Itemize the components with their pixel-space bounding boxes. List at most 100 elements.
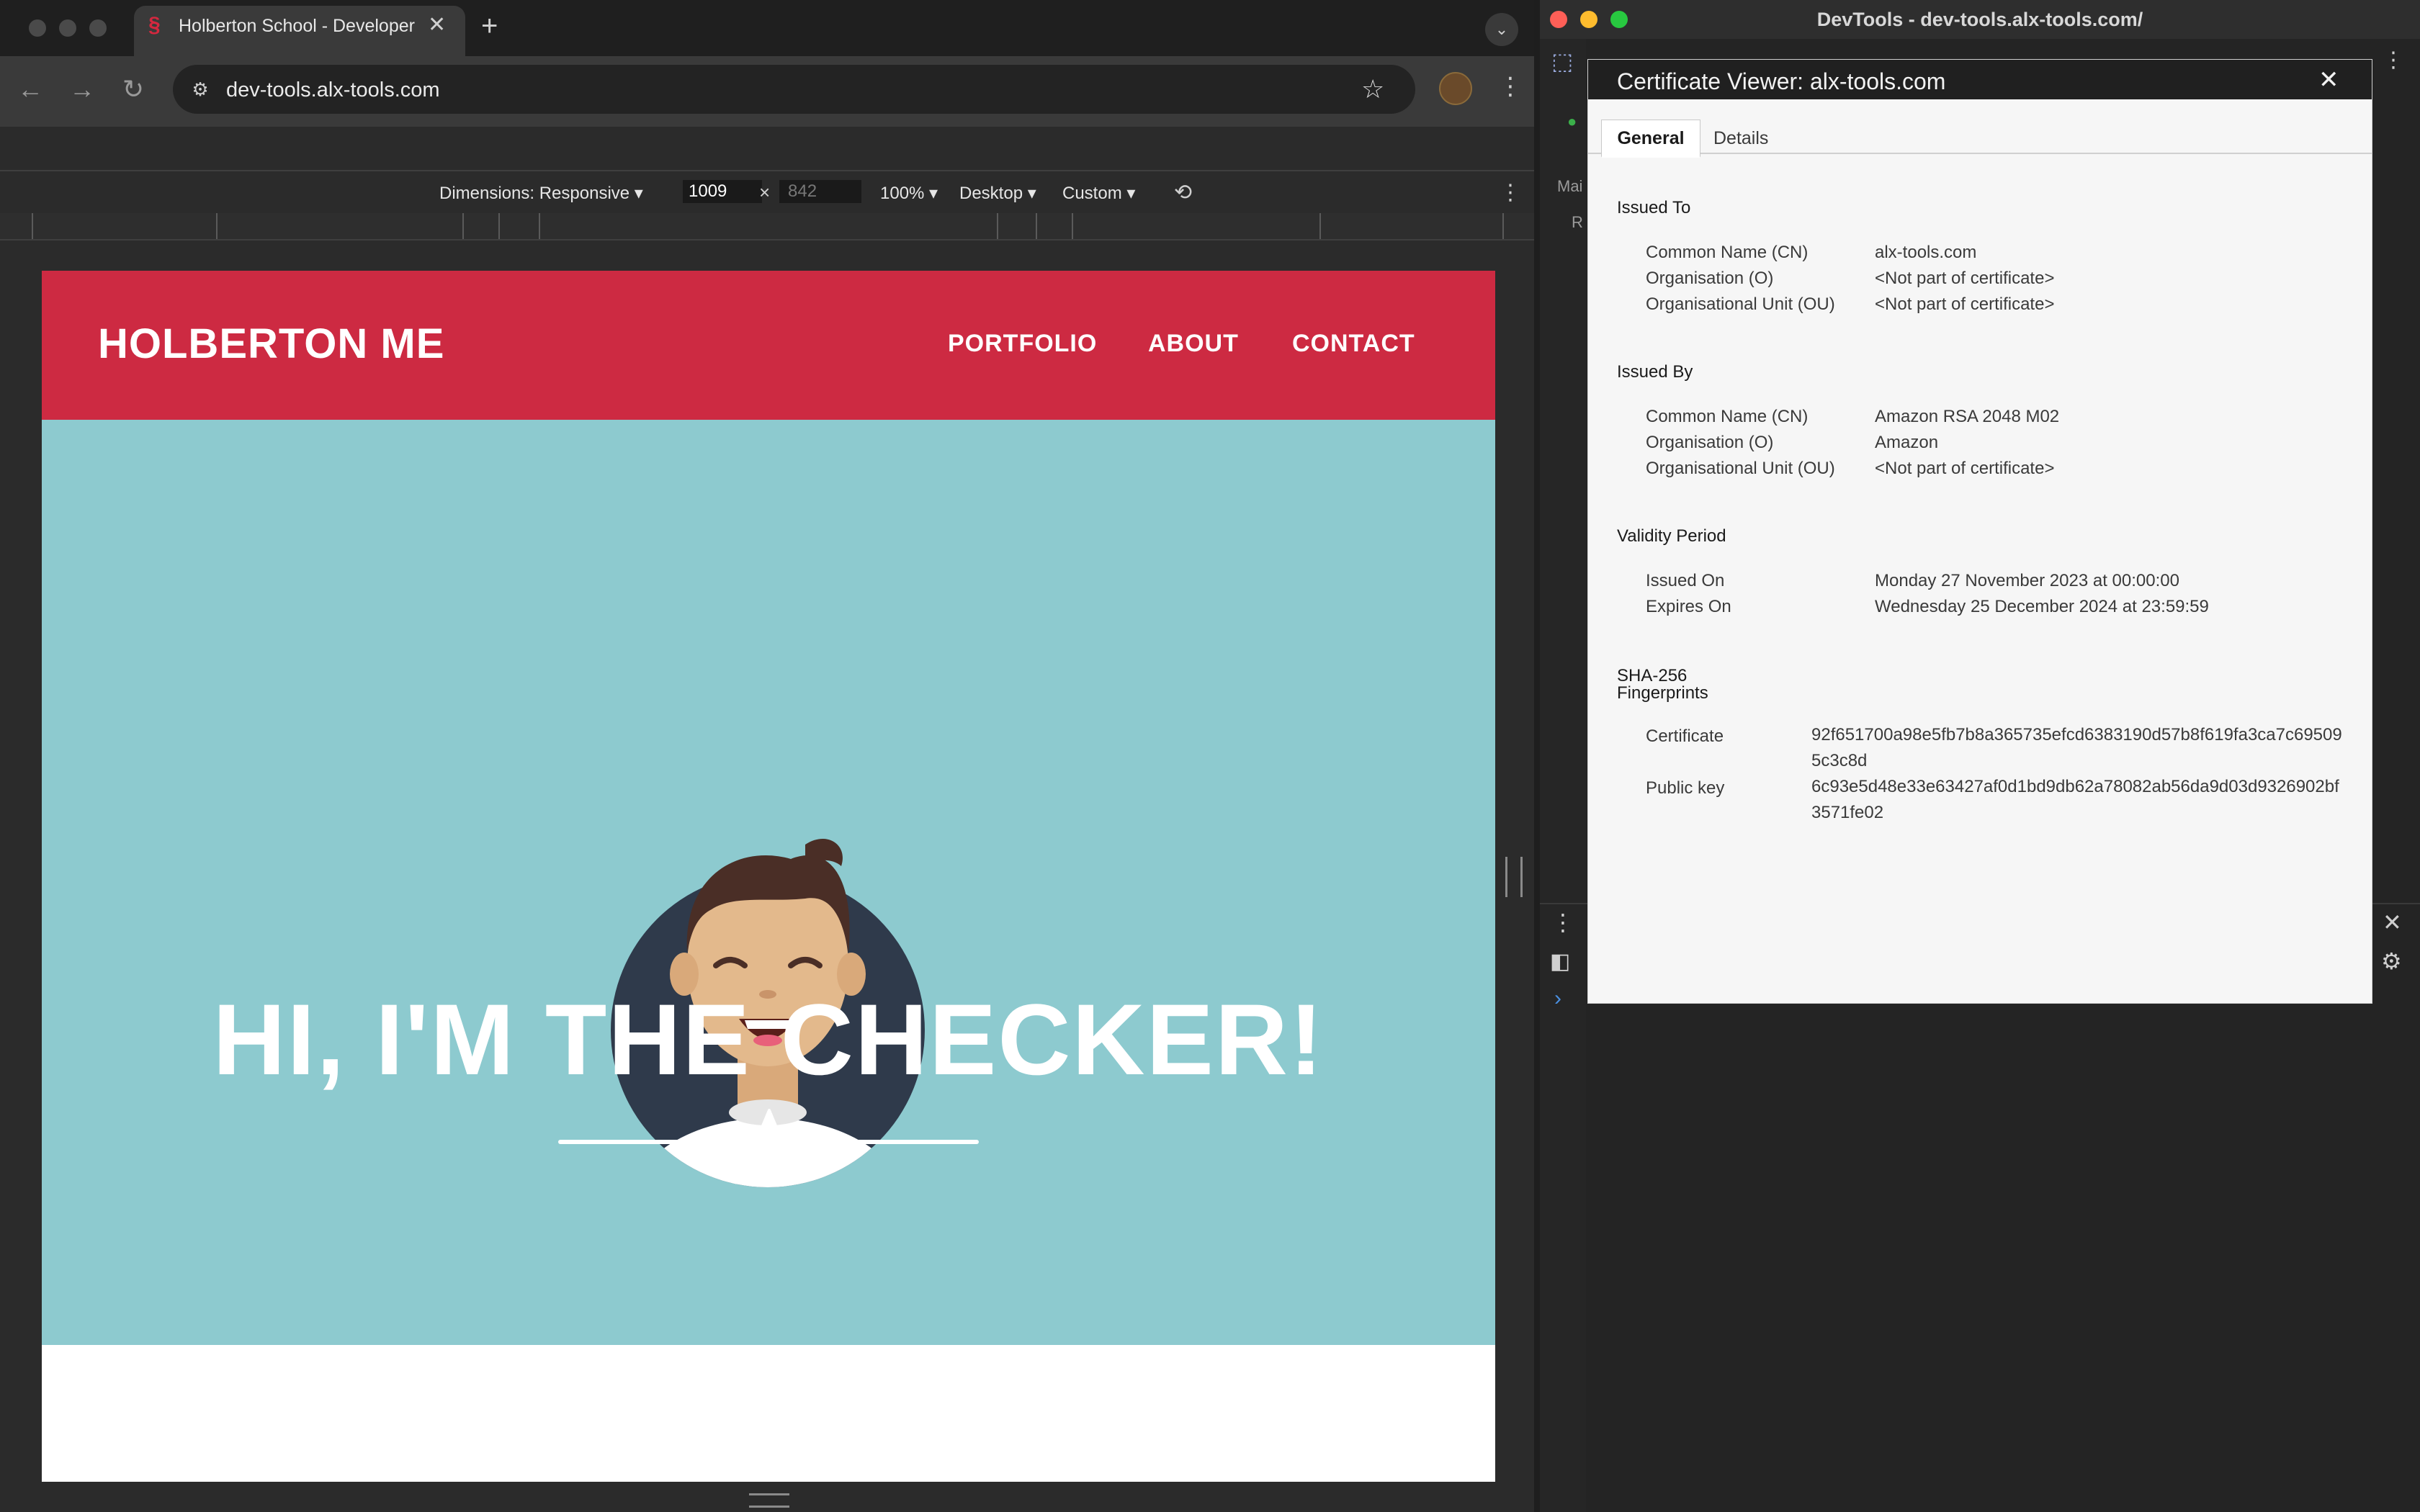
tab-details[interactable]: Details xyxy=(1713,128,1768,149)
reload-icon[interactable]: ↻ xyxy=(122,75,144,104)
certificate-close-icon[interactable]: ✕ xyxy=(2318,66,2339,94)
throttle-dropdown[interactable]: Custom ▾ xyxy=(1062,183,1135,204)
dimensions-dropdown[interactable]: Dimensions: Responsive ▾ xyxy=(439,183,643,204)
devtools-left-strip xyxy=(1540,39,1586,1512)
media-query-marker[interactable] xyxy=(1072,213,1073,239)
address-bar[interactable]: ⚙ dev-tools.alx-tools.com ☆ xyxy=(173,65,1415,114)
browser-window: § Holberton School - Developer ✕ + ⌄ ← →… xyxy=(0,0,1534,1512)
forward-arrow-icon[interactable]: → xyxy=(69,75,95,104)
tab-title: Holberton School - Developer xyxy=(179,16,415,36)
media-query-bar[interactable] xyxy=(0,213,1534,240)
device-toolbar-more-icon[interactable]: ⋮ xyxy=(1500,180,1521,205)
profile-avatar[interactable] xyxy=(1439,72,1472,105)
field-value: Amazon xyxy=(1875,433,1939,452)
field-label: Certificate xyxy=(1646,726,1724,746)
hero-title: HI, I'M THE CHECKER! xyxy=(212,983,1325,1096)
console-sidebar-toggle-icon[interactable]: ◧ xyxy=(1550,949,1570,974)
field-value: <Not part of certificate> xyxy=(1875,459,2055,478)
console-prompt-chevron-icon[interactable]: › xyxy=(1554,986,1561,1011)
field-label: Organisation (O) xyxy=(1646,433,1774,452)
divider-line-right xyxy=(817,1140,979,1144)
drawer-menu-kebab-icon[interactable]: ⋮ xyxy=(1551,909,1574,936)
field-value: Amazon RSA 2048 M02 xyxy=(1875,407,2060,426)
window-minimize-button[interactable] xyxy=(59,19,76,37)
console-settings-gear-icon[interactable]: ⚙ xyxy=(2381,948,2402,975)
fingerprint-value: 6c93e5d48e33e63427af0d1bd9db62a78082ab56… xyxy=(1811,777,2339,822)
field-value: Wednesday 25 December 2024 at 23:59:59 xyxy=(1875,597,2209,616)
devtools-titlebar: DevTools - dev-tools.alx-tools.com/ xyxy=(1540,0,2420,39)
field-label: Common Name (CN) xyxy=(1646,407,1809,426)
section-heading-fingerprints: Fingerprints xyxy=(1617,683,1708,703)
divider-line-left xyxy=(558,1140,720,1144)
secure-lock-icon: ● xyxy=(1567,112,1577,130)
browser-tab-active[interactable]: § Holberton School - Developer ✕ xyxy=(134,6,465,56)
security-panel-text: R xyxy=(1572,213,1583,231)
dimensions-label: Dimensions: Responsive xyxy=(439,184,630,203)
certificate-tabs xyxy=(1588,99,2372,154)
back-arrow-icon[interactable]: ← xyxy=(17,75,43,104)
section-heading-issued-by: Issued By xyxy=(1617,362,1693,382)
inspect-element-icon[interactable]: ⬚ xyxy=(1551,48,1573,75)
field-label: Organisational Unit (OU) xyxy=(1646,294,1835,314)
media-query-marker[interactable] xyxy=(462,213,464,239)
field-value: Monday 27 November 2023 at 00:00:00 xyxy=(1875,571,2179,590)
device-type-label: Desktop xyxy=(959,184,1023,203)
site-logo[interactable]: HOLBERTON ME xyxy=(98,320,444,368)
window-zoom-button[interactable] xyxy=(89,19,107,37)
tab-search-chevron-icon[interactable]: ⌄ xyxy=(1485,13,1518,46)
viewport-resize-handle-bottom[interactable] xyxy=(749,1493,789,1508)
viewport-resize-handle-right[interactable] xyxy=(1505,857,1523,897)
nav-link-about[interactable]: ABOUT xyxy=(1148,330,1239,358)
field-label: Expires On xyxy=(1646,597,1731,616)
browser-toolbar: ← → ↻ ⚙ dev-tools.alx-tools.com ☆ ⋮ xyxy=(0,56,1534,127)
field-label: Issued On xyxy=(1646,571,1725,590)
tab-strip: § Holberton School - Developer ✕ + ⌄ xyxy=(0,0,1534,56)
devtools-title: DevTools - dev-tools.alx-tools.com/ xyxy=(1816,9,2143,30)
media-query-marker[interactable] xyxy=(1319,213,1321,239)
zoom-label: 100% xyxy=(880,184,925,203)
media-query-marker[interactable] xyxy=(997,213,998,239)
field-label: Organisational Unit (OU) xyxy=(1646,459,1835,478)
zoom-dropdown[interactable]: 100% ▾ xyxy=(880,183,938,204)
nav-link-contact[interactable]: CONTACT xyxy=(1292,330,1415,358)
url-text[interactable]: dev-tools.alx-tools.com xyxy=(226,78,440,102)
media-query-marker[interactable] xyxy=(32,213,33,239)
certificate-viewer-title: Certificate Viewer: alx-tools.com xyxy=(1617,68,1946,94)
media-query-marker[interactable] xyxy=(498,213,500,239)
bookmark-star-icon[interactable]: ☆ xyxy=(1361,75,1384,104)
star-icon xyxy=(742,1109,797,1161)
close-drawer-icon[interactable]: ✕ xyxy=(2383,909,2402,936)
devtools-menu-kebab-icon[interactable]: ⋮ xyxy=(2383,48,2404,73)
field-label: Public key xyxy=(1646,778,1725,798)
tab-general[interactable]: General xyxy=(1601,120,1700,158)
rotate-icon[interactable]: ⟲ xyxy=(1174,180,1192,205)
fingerprint-value: 92f651700a98e5fb7b8a365735efcd6383190d57… xyxy=(1811,725,2342,770)
field-label: Organisation (O) xyxy=(1646,269,1774,288)
field-value: <Not part of certificate> xyxy=(1875,269,2055,288)
emulated-viewport: HOLBERTON ME PORTFOLIO ABOUT CONTACT HI,… xyxy=(42,271,1495,1482)
times-icon: × xyxy=(759,181,771,203)
media-query-marker[interactable] xyxy=(1502,213,1504,239)
device-toolbar: Dimensions: Responsive ▾ 1009 × 842 100%… xyxy=(0,170,1534,215)
media-query-marker[interactable] xyxy=(216,213,218,239)
media-query-marker[interactable] xyxy=(539,213,540,239)
hero-section: HI, I'M THE CHECKER! xyxy=(42,420,1495,1345)
viewport-height-input[interactable]: 842 xyxy=(779,180,861,203)
device-type-dropdown[interactable]: Desktop ▾ xyxy=(959,183,1036,204)
viewport-width-input[interactable]: 1009 xyxy=(683,180,762,203)
chrome-menu-kebab-icon[interactable]: ⋮ xyxy=(1498,72,1523,101)
section-heading-validity: Validity Period xyxy=(1617,526,1726,546)
section-heading-issued-to: Issued To xyxy=(1617,198,1691,217)
tab-close-icon[interactable]: ✕ xyxy=(428,14,446,36)
new-tab-icon[interactable]: + xyxy=(481,12,498,40)
security-panel-text: Mai xyxy=(1557,177,1583,195)
field-value: alx-tools.com xyxy=(1875,243,1977,262)
media-query-marker[interactable] xyxy=(1036,213,1037,239)
field-label: Common Name (CN) xyxy=(1646,243,1809,262)
site-info-icon[interactable]: ⚙ xyxy=(187,76,213,102)
window-close-button[interactable] xyxy=(29,19,46,37)
nav-link-portfolio[interactable]: PORTFOLIO xyxy=(948,330,1097,358)
site-header: HOLBERTON ME PORTFOLIO ABOUT CONTACT xyxy=(42,271,1495,420)
certificate-viewer-dialog: Certificate Viewer: alx-tools.com ✕ Gene… xyxy=(1587,59,2372,1004)
field-value: <Not part of certificate> xyxy=(1875,294,2055,314)
